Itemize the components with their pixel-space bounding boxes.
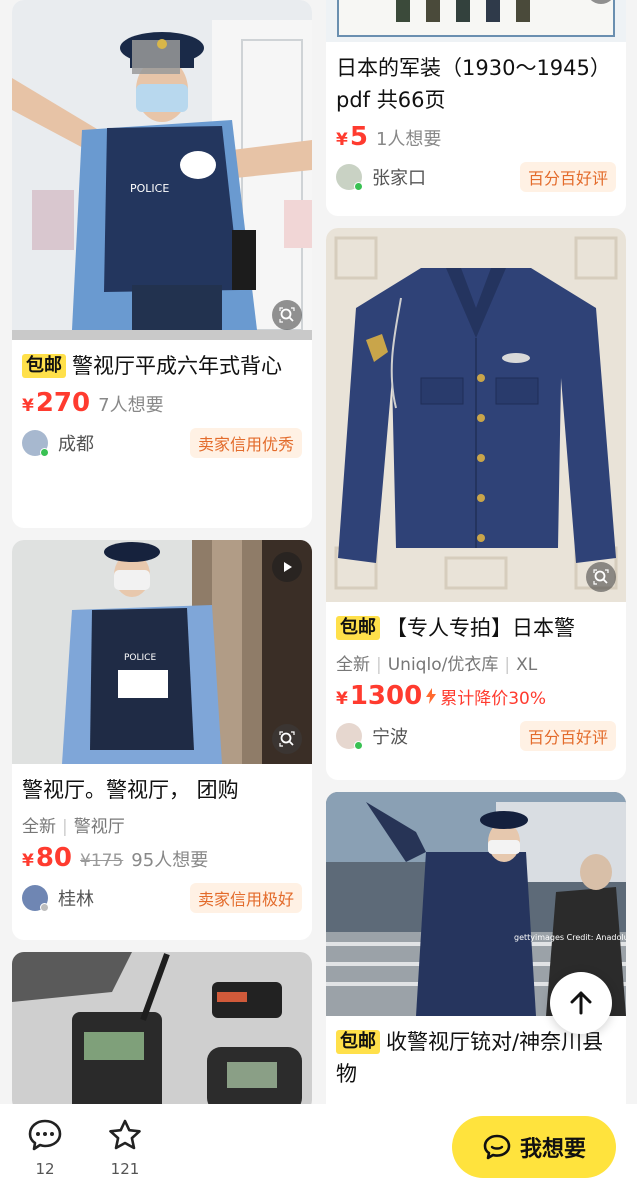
police-uniform-photo: POLICE (12, 540, 312, 764)
free-shipping-tag: 包邮 (22, 354, 66, 378)
radio-gear-photo (12, 952, 312, 1112)
seller-rating-badge: 百分百好评 (519, 162, 616, 192)
original-price: ¥175 (80, 851, 124, 871)
star-icon (109, 1119, 141, 1150)
seller-avatar[interactable] (336, 164, 363, 191)
seller-rating-badge: 百分百好评 (519, 721, 616, 751)
police-jacket-photo (326, 228, 626, 602)
seller-avatar[interactable] (22, 885, 49, 912)
product-title[interactable]: 包邮 警视厅平成六年式背心 (22, 350, 302, 382)
favorites-count: 121 (110, 1160, 140, 1178)
comment-icon (28, 1119, 62, 1151)
online-indicator (354, 741, 363, 750)
seller-row[interactable]: 张家口 百分百好评 (336, 162, 616, 192)
product-title[interactable]: 日本的军装（1930～1945）pdf 共66页 (336, 52, 616, 116)
seller-row[interactable]: 成都 卖家信用优秀 (22, 428, 302, 458)
image-search-icon[interactable] (272, 724, 302, 754)
offline-indicator (40, 903, 49, 912)
product-image-radios[interactable] (12, 952, 312, 1112)
price-row: ¥5 1人想要 (336, 122, 616, 152)
product-price: ¥5 (336, 122, 368, 152)
police-vest-photo: POLICE (12, 0, 312, 340)
online-indicator (40, 448, 49, 457)
seller-row[interactable]: 宁波 百分百好评 (336, 721, 616, 751)
online-indicator (354, 182, 363, 191)
price-row: ¥80 ¥175 95人想要 (22, 843, 302, 873)
product-price: ¥1300 (336, 681, 423, 711)
i-want-label: 我想要 (519, 1137, 586, 1162)
bottom-action-bar: 12 121 我想要 (0, 1104, 637, 1200)
image-search-icon[interactable] (272, 300, 302, 330)
comments-count: 12 (35, 1160, 55, 1178)
book-cover-photo (326, 0, 626, 42)
svg-text:POLICE: POLICE (124, 653, 156, 663)
attr-condition: 全新 (22, 817, 56, 837)
price-cut-label: 累计降价30% (440, 689, 547, 709)
feed-column-left: POLICE 包邮警视厅平成六年式背心 ¥270 7人想要 成都 卖家信用优秀 (12, 0, 312, 1124)
free-shipping-tag: 包邮 (336, 1030, 380, 1054)
product-card[interactable]: POLICE 警视厅。警视厅， 团购 全新 | 警视厅 ¥80 ¥175 95人想要… (12, 540, 312, 940)
want-count: 1人想要 (375, 129, 442, 150)
seller-city: 张家口 (372, 168, 426, 189)
product-price: ¥80 (22, 843, 73, 873)
video-play-icon[interactable] (272, 552, 302, 582)
price-row: ¥1300 累计降价30% (336, 681, 616, 711)
seller-row[interactable]: 桂林 卖家信用极好 (22, 883, 302, 913)
seller-credit-badge: 卖家信用优秀 (189, 428, 302, 458)
product-card[interactable]: POLICE 包邮 警视厅平成六年式背心 ¥270 7人想要 成都 卖家信用优秀 (12, 0, 312, 528)
product-card[interactable] (12, 952, 312, 1112)
product-attributes: 全新 | 警视厅 (22, 817, 125, 837)
product-price: ¥270 (22, 388, 91, 418)
product-image-police-uniform[interactable]: POLICE (12, 540, 312, 764)
attr-brand: 警视厅 (73, 817, 125, 837)
arrow-up-icon (570, 991, 592, 1015)
feed-column-right: 日本的军装（1930～1945）pdf 共66页 ¥5 1人想要 张家口 百分百… (326, 0, 626, 1134)
product-image-book-cover[interactable] (326, 0, 626, 42)
seller-avatar[interactable] (22, 430, 49, 457)
seller-credit-badge: 卖家信用极好 (189, 883, 302, 913)
attr-condition: 全新 (336, 655, 370, 675)
seller-city: 宁波 (372, 727, 408, 748)
product-image-police-vest[interactable]: POLICE (12, 0, 312, 340)
product-attributes: 全新 | Uniqlo/优衣库 | XL (336, 655, 538, 675)
seller-city: 成都 (58, 434, 94, 455)
i-want-button[interactable]: 我想要 (452, 1116, 616, 1178)
want-count: 95人想要 (131, 850, 209, 871)
seller-city: 桂林 (58, 889, 94, 910)
product-title[interactable]: 包邮 【专人专拍】日本警 (336, 612, 616, 644)
product-card[interactable]: 包邮 【专人专拍】日本警 全新 | Uniqlo/优衣库 | XL ¥1300 累计降价3… (326, 228, 626, 780)
product-title[interactable]: 警视厅。警视厅， 团购 (22, 774, 302, 806)
seller-avatar[interactable] (336, 723, 363, 750)
attr-size: XL (516, 655, 538, 675)
image-search-icon[interactable] (586, 562, 616, 592)
want-count: 7人想要 (98, 395, 164, 416)
chat-bubble-icon (483, 1134, 511, 1160)
product-card[interactable]: 日本的军装（1930～1945）pdf 共66页 ¥5 1人想要 张家口 百分百… (326, 0, 626, 216)
product-title[interactable]: 包邮 收警视厅铳对/神奈川县物 (336, 1026, 616, 1090)
free-shipping-tag: 包邮 (336, 616, 380, 640)
price-row: ¥270 7人想要 (22, 388, 302, 418)
svg-text:POLICE: POLICE (130, 182, 169, 195)
photo-watermark: gettyimages Credit: Anadolu (514, 933, 626, 942)
scroll-to-top-button[interactable] (550, 972, 612, 1034)
attr-brand: Uniqlo/优衣库 (387, 655, 499, 675)
product-card[interactable]: gettyimages Credit: Anadolu 包邮 收警视厅铳对/神奈川… (326, 792, 626, 1122)
favorite-button[interactable]: 121 (100, 1118, 150, 1178)
lightning-icon (426, 688, 437, 704)
product-image-police-jacket[interactable] (326, 228, 626, 602)
comments-button[interactable]: 12 (20, 1118, 70, 1178)
